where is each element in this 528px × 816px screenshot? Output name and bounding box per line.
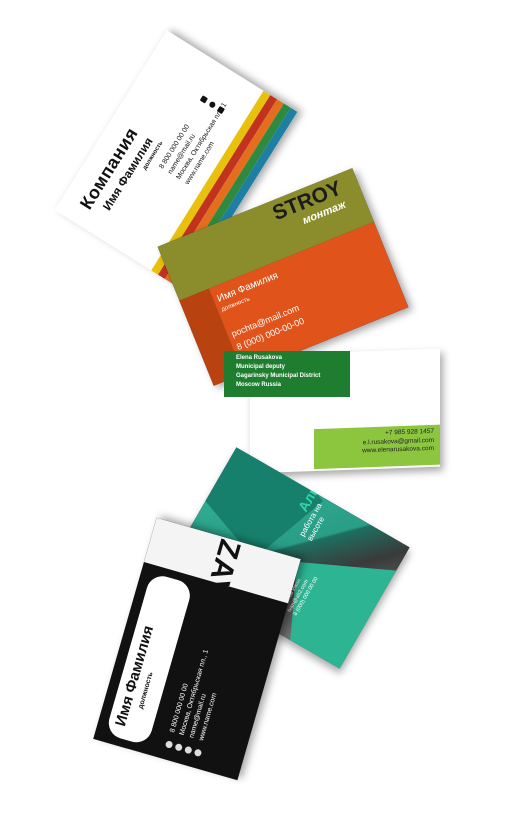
elena-line: Municipal deputy bbox=[236, 364, 286, 370]
contact-block: 8 800 000 00 00 Москва, Октябрьская пл.,… bbox=[168, 646, 231, 742]
elena-line: Gagarinsky Municipal District bbox=[236, 373, 321, 379]
phone-icon bbox=[164, 740, 174, 749]
business-card-vizavi: VIZAVI Имя Фамилия должность 8 800 000 0… bbox=[93, 517, 301, 781]
mail-icon bbox=[183, 745, 193, 755]
elena-line: Moscow Russia bbox=[236, 382, 282, 388]
globe-icon bbox=[193, 748, 203, 758]
location-icon bbox=[174, 742, 184, 752]
elena-line: Elena Rusakova bbox=[236, 355, 283, 361]
contact-block: +7 985 928 1457 e.l.rusakova@gmail.com w… bbox=[312, 428, 434, 458]
elena-name-panel: Elena Rusakova Municipal deputy Gagarins… bbox=[224, 351, 350, 397]
